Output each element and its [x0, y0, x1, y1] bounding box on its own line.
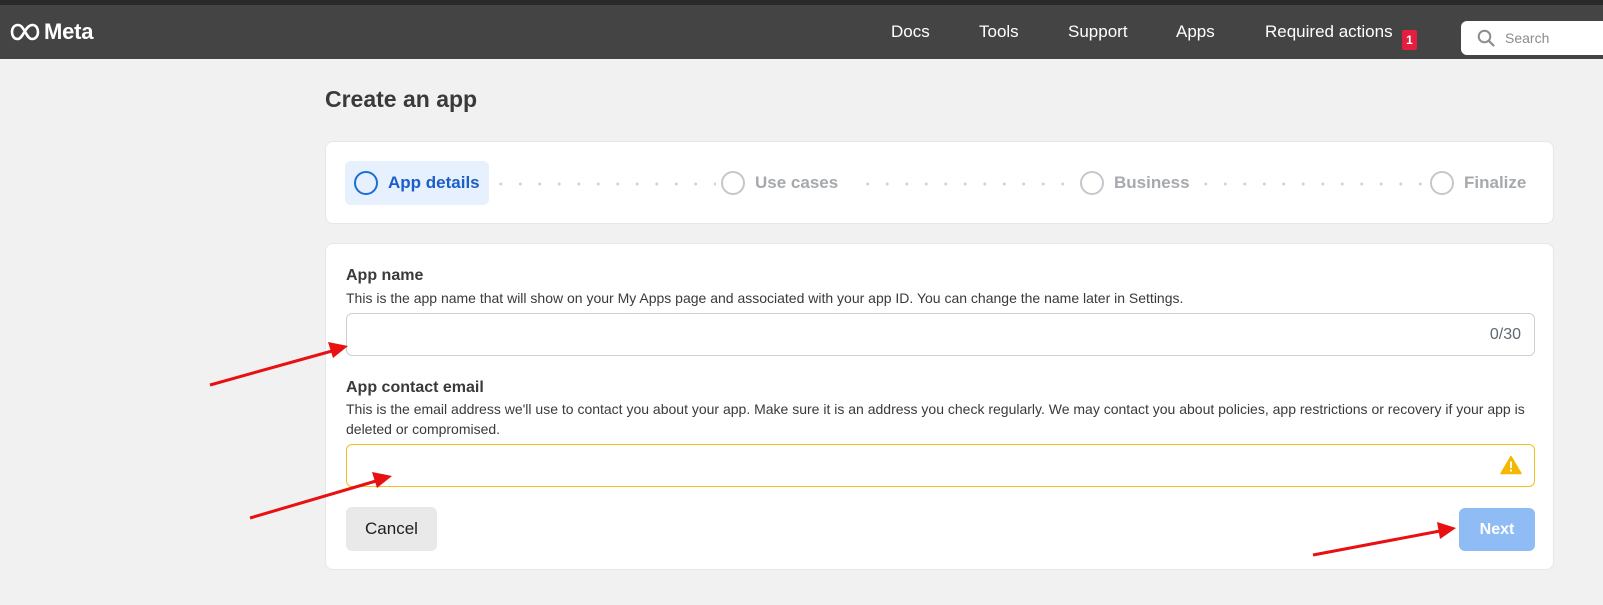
step-label: Finalize [1464, 173, 1527, 192]
meta-infinity-icon [10, 23, 40, 41]
step-business[interactable]: Business [1080, 171, 1190, 195]
step-connector [491, 182, 716, 186]
brand-name: Meta [44, 19, 94, 44]
page-title: Create an app [325, 86, 478, 112]
step-circle-icon [721, 171, 745, 195]
step-finalize[interactable]: Finalize [1430, 171, 1526, 195]
step-circle-icon [1430, 171, 1454, 195]
app-name-help: This is the app name that will show on y… [346, 290, 1184, 306]
next-button[interactable]: Next [1459, 508, 1535, 551]
contact-email-input[interactable] [347, 445, 1534, 486]
meta-logo[interactable]: Meta [10, 19, 94, 44]
nav-apps[interactable]: Apps [1176, 22, 1215, 42]
app-details-form: App name This is the app name that will … [325, 243, 1554, 570]
app-name-label: App name [346, 267, 424, 284]
nav-tools[interactable]: Tools [979, 22, 1019, 42]
search-icon [1477, 29, 1495, 47]
contact-email-field[interactable] [346, 444, 1535, 487]
character-counter: 0/30 [1489, 326, 1521, 343]
cancel-button[interactable]: Cancel [346, 507, 437, 551]
step-use-cases[interactable]: Use cases [721, 171, 838, 195]
step-connector [1196, 182, 1424, 186]
contact-email-label: App contact email [346, 379, 484, 396]
top-navbar: Meta Docs Tools Support Apps Required ac… [0, 5, 1603, 59]
step-connector [858, 182, 1076, 186]
step-circle-icon [1080, 171, 1104, 195]
step-app-details[interactable]: App details [345, 161, 489, 205]
nav-docs[interactable]: Docs [891, 22, 930, 42]
nav-required-actions[interactable]: Required actions [1265, 22, 1393, 42]
step-label: Use cases [755, 173, 839, 192]
app-name-field[interactable]: 0/30 [346, 313, 1535, 356]
contact-email-help: This is the email address we'll use to c… [346, 401, 1525, 437]
step-circle-icon [354, 171, 378, 195]
step-label: App details [388, 173, 480, 192]
nav-support[interactable]: Support [1068, 22, 1128, 42]
required-actions-badge: 1 [1402, 30, 1417, 50]
search-input[interactable] [1505, 30, 1585, 46]
app-name-input[interactable] [347, 314, 1534, 355]
step-label: Business [1114, 173, 1190, 192]
step-indicator: App details Use cases Business Finalize [325, 141, 1554, 224]
warning-icon [1500, 455, 1522, 475]
search-box[interactable] [1461, 21, 1603, 55]
